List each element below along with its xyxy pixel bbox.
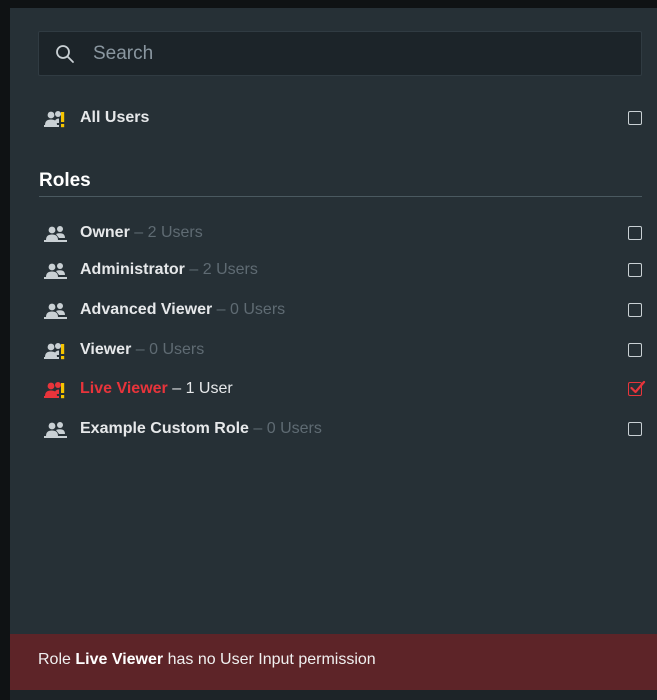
role-row-example-custom-role[interactable]: Example Custom Role – 0 Users	[38, 415, 642, 445]
role-label: Viewer – 0 Users	[80, 341, 204, 359]
user-group-icon	[44, 422, 67, 438]
role-user-count: 2 Users	[202, 261, 258, 278]
role-user-count: 0 Users	[149, 341, 205, 358]
permission-warning-banner: Role Live Viewer has no User Input permi…	[10, 634, 657, 690]
role-label: Administrator – 2 Users	[80, 261, 258, 279]
role-checkbox-advanced-viewer[interactable]	[628, 303, 642, 317]
permission-warning-text: Role Live Viewer has no User Input permi…	[38, 651, 376, 669]
role-user-count: 0 Users	[266, 420, 322, 437]
role-name: Example Custom Role	[80, 420, 249, 437]
all-users-label: All Users	[80, 109, 150, 126]
warning-prefix: Role	[38, 651, 76, 668]
role-name: Administrator	[80, 261, 185, 278]
role-name: Viewer	[80, 341, 132, 358]
role-separator: –	[189, 261, 199, 278]
all-users-checkbox[interactable]	[628, 111, 642, 125]
user-group-warning-icon	[44, 111, 65, 128]
search-box[interactable]	[38, 31, 642, 76]
role-row-viewer[interactable]: Viewer – 0 Users	[38, 336, 642, 366]
search-icon	[56, 45, 74, 63]
user-group-icon	[44, 263, 67, 279]
roles-panel: All Users Roles Owner – 2 Users Administ…	[10, 8, 657, 700]
role-row-administrator[interactable]: Administrator – 2 Users	[38, 256, 642, 286]
user-group-icon	[44, 303, 67, 319]
role-checkbox-example-custom-role[interactable]	[628, 422, 642, 436]
role-name: Owner	[80, 224, 130, 241]
role-separator: –	[135, 341, 145, 358]
role-checkbox-administrator[interactable]	[628, 263, 642, 277]
user-group-warning-icon	[44, 343, 65, 360]
role-separator: –	[134, 224, 144, 241]
role-separator: –	[172, 380, 182, 397]
role-label: Live Viewer – 1 User	[80, 380, 233, 398]
bottom-bar	[10, 690, 657, 700]
role-separator: –	[253, 420, 263, 437]
role-checkbox-live-viewer[interactable]	[628, 380, 646, 396]
user-group-warning-icon	[44, 382, 65, 399]
role-row-live-viewer[interactable]: Live Viewer – 1 User	[38, 375, 646, 405]
role-user-count: 2 Users	[147, 224, 203, 241]
role-separator: –	[216, 301, 226, 318]
role-name: Advanced Viewer	[80, 301, 213, 318]
role-row-owner[interactable]: Owner – 2 Users	[38, 219, 642, 249]
role-user-count: 1 User	[185, 380, 233, 397]
warning-role-name: Live Viewer	[75, 651, 164, 668]
checkmark-icon	[630, 380, 646, 394]
roles-section-title: Roles	[39, 170, 91, 191]
role-name: Live Viewer	[80, 380, 168, 397]
role-label: Example Custom Role – 0 Users	[80, 420, 322, 438]
role-user-count: 0 Users	[230, 301, 286, 318]
all-users-row[interactable]: All Users	[38, 104, 642, 134]
warning-suffix: has no User Input permission	[163, 651, 376, 668]
search-input[interactable]	[93, 32, 623, 75]
role-checkbox-viewer[interactable]	[628, 343, 642, 357]
user-group-icon	[44, 226, 67, 242]
role-row-advanced-viewer[interactable]: Advanced Viewer – 0 Users	[38, 296, 642, 326]
role-label: Advanced Viewer – 0 Users	[80, 301, 285, 319]
section-divider	[39, 196, 642, 197]
role-checkbox-owner[interactable]	[628, 226, 642, 240]
role-label: Owner – 2 Users	[80, 224, 203, 242]
